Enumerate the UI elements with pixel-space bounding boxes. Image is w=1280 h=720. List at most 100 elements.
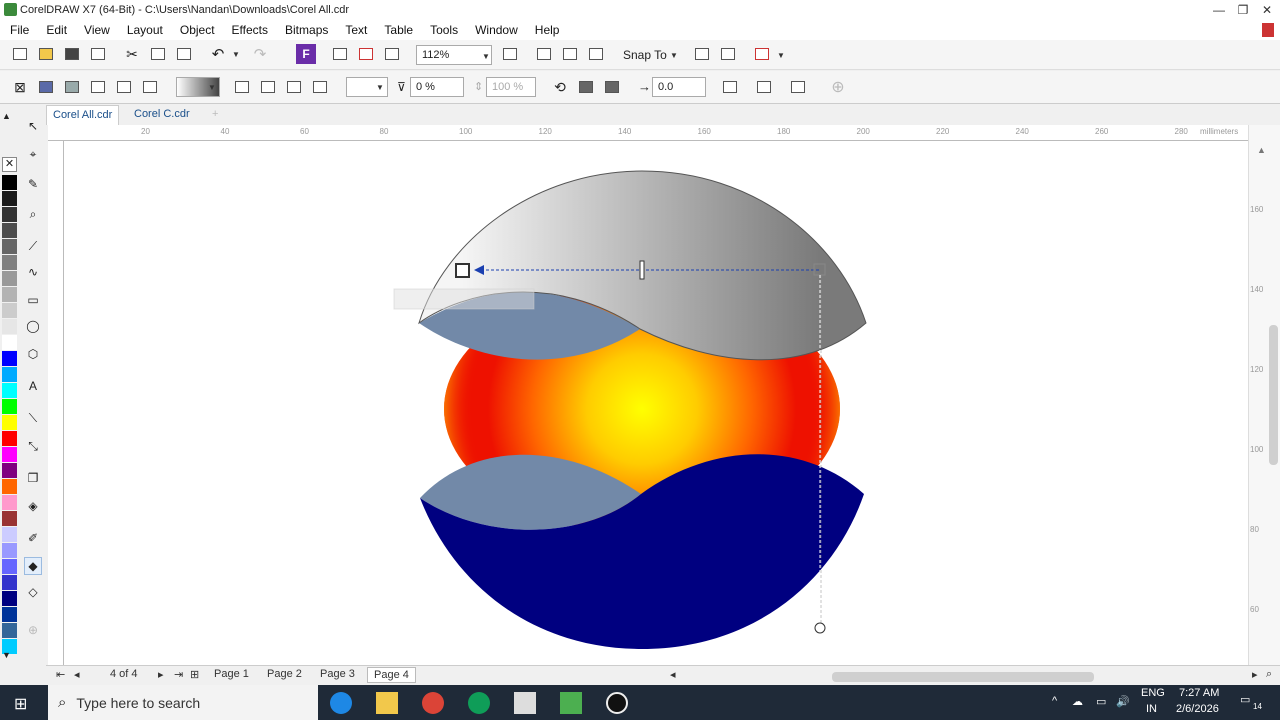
- save-icon[interactable]: [62, 44, 82, 64]
- rectangular-fountain-icon[interactable]: [310, 77, 330, 97]
- menu-object[interactable]: Object: [180, 23, 215, 37]
- menu-edit[interactable]: Edit: [46, 23, 67, 37]
- menu-effects[interactable]: Effects: [232, 23, 268, 37]
- open-icon[interactable]: [36, 44, 56, 64]
- color-swatch[interactable]: [2, 495, 17, 510]
- add-page-icon[interactable]: ⊞: [184, 667, 205, 682]
- no-transparency-icon[interactable]: ⊠: [10, 77, 30, 97]
- color-swatch[interactable]: [2, 415, 17, 430]
- palette-scroll-down-icon[interactable]: ▼: [2, 650, 11, 660]
- color-swatch[interactable]: [2, 255, 17, 270]
- clock-date[interactable]: 2/6/2026: [1176, 703, 1219, 715]
- color-swatch[interactable]: [2, 287, 17, 302]
- recorder-icon[interactable]: [606, 692, 628, 714]
- maximize-button[interactable]: ❐: [1230, 0, 1256, 20]
- page-tab-2[interactable]: Page 2: [261, 667, 308, 681]
- page-tab-3[interactable]: Page 3: [314, 667, 361, 681]
- linear-fountain-icon[interactable]: [232, 77, 252, 97]
- drop-shadow-icon[interactable]: ❐: [24, 469, 42, 487]
- page-tab-1[interactable]: Page 1: [208, 667, 255, 681]
- conical-fountain-icon[interactable]: [284, 77, 304, 97]
- color-swatch[interactable]: [2, 527, 17, 542]
- network-icon[interactable]: ☁: [1072, 695, 1083, 708]
- color-swatch[interactable]: [2, 207, 17, 222]
- no-color-swatch-icon[interactable]: ✕: [2, 157, 17, 172]
- parallel-dimension-icon[interactable]: ⟍: [24, 409, 42, 427]
- color-swatch[interactable]: [2, 607, 17, 622]
- close-button[interactable]: ✕: [1254, 0, 1280, 20]
- zoom-navigator-icon[interactable]: ⌕: [1260, 667, 1278, 682]
- snap-to-dropdown-icon[interactable]: ▼: [670, 51, 678, 60]
- print-merge-icon[interactable]: [382, 44, 402, 64]
- drawing-canvas[interactable]: [64, 141, 1248, 665]
- floating-node-toolbar[interactable]: [393, 288, 535, 310]
- menu-window[interactable]: Window: [475, 23, 518, 37]
- launch-icon[interactable]: [752, 44, 772, 64]
- wifi-icon[interactable]: ▭: [1096, 695, 1106, 708]
- show-grid-icon[interactable]: [560, 44, 580, 64]
- color-swatch[interactable]: [2, 447, 17, 462]
- horizontal-ruler[interactable]: 20 40 60 80 100 120 140 160 180 200 220 240 260 280 m…: [48, 125, 1248, 141]
- zoom-dropdown-icon[interactable]: ▼: [482, 52, 490, 61]
- clock-time[interactable]: 7:27 AM: [1179, 687, 1219, 699]
- color-swatch[interactable]: [2, 319, 17, 334]
- new-document-icon[interactable]: [10, 44, 30, 64]
- bitmap-pattern-icon[interactable]: [114, 77, 134, 97]
- show-hidden-icons-icon[interactable]: ^: [1052, 695, 1057, 707]
- vertical-ruler[interactable]: [48, 141, 64, 665]
- tab-corel-c[interactable]: Corel C.cdr: [128, 105, 196, 125]
- add-icon[interactable]: ⊕: [828, 77, 848, 97]
- print-icon[interactable]: [88, 44, 108, 64]
- menu-text[interactable]: Text: [345, 23, 367, 37]
- angle-field[interactable]: 0.0: [652, 77, 706, 97]
- connector-tool-icon[interactable]: ⤡: [24, 437, 42, 455]
- language-label[interactable]: ENG: [1141, 687, 1165, 699]
- menu-bitmaps[interactable]: Bitmaps: [285, 23, 328, 37]
- eyedropper-icon[interactable]: ✐: [24, 529, 42, 547]
- pick-tool-icon[interactable]: ↖: [24, 117, 42, 135]
- reverse-transparency-icon[interactable]: ⟲: [550, 77, 570, 97]
- color-swatch[interactable]: [2, 335, 17, 350]
- tab-corel-all[interactable]: Corel All.cdr: [46, 105, 120, 125]
- vector-pattern-icon[interactable]: [88, 77, 108, 97]
- zoom-level-select[interactable]: 112%: [416, 45, 492, 65]
- volume-icon[interactable]: 🔊: [1116, 695, 1130, 708]
- scroll-left-icon[interactable]: ◂: [664, 667, 682, 682]
- pc-icon[interactable]: [514, 692, 536, 714]
- color-swatch[interactable]: [2, 559, 17, 574]
- color-swatch[interactable]: [2, 383, 17, 398]
- new-tab-icon[interactable]: +: [206, 105, 224, 125]
- zoom-tool-icon[interactable]: ⌕: [24, 205, 42, 223]
- transparency-tool-icon[interactable]: ◈: [24, 497, 42, 515]
- color-swatch[interactable]: [2, 623, 17, 638]
- next-page-icon[interactable]: ▸: [152, 667, 170, 682]
- free-scale-icon[interactable]: [720, 77, 740, 97]
- rectangle-tool-icon[interactable]: ▭: [24, 291, 42, 309]
- help-icon[interactable]: [1262, 23, 1274, 37]
- vertical-scrollbar-thumb[interactable]: [1269, 325, 1278, 465]
- polygon-tool-icon[interactable]: ⬡: [24, 345, 42, 363]
- show-rulers-icon[interactable]: [534, 44, 554, 64]
- crop-tool-icon[interactable]: ✎: [24, 175, 42, 193]
- copy-transparency-icon[interactable]: [754, 77, 774, 97]
- export-icon[interactable]: [330, 44, 350, 64]
- import-icon[interactable]: F: [296, 44, 316, 64]
- undo-icon[interactable]: ↶: [208, 44, 228, 64]
- node-color-dropdown-icon[interactable]: ▼: [376, 83, 384, 92]
- edge-icon[interactable]: [330, 692, 352, 714]
- add-tool-icon[interactable]: ⊕: [24, 621, 42, 639]
- menu-layout[interactable]: Layout: [127, 23, 163, 37]
- color-swatch[interactable]: [2, 431, 17, 446]
- scale-handle[interactable]: [814, 622, 826, 634]
- color-swatch[interactable]: [2, 303, 17, 318]
- menu-table[interactable]: Table: [384, 23, 413, 37]
- cut-icon[interactable]: ✂: [122, 44, 142, 64]
- color-swatch[interactable]: [2, 351, 17, 366]
- copy-icon[interactable]: [148, 44, 168, 64]
- ellipse-tool-icon[interactable]: ◯: [24, 317, 42, 335]
- flip-horizontal-icon[interactable]: [576, 77, 596, 97]
- color-swatch[interactable]: [2, 399, 17, 414]
- two-color-pattern-icon[interactable]: [140, 77, 160, 97]
- align-icon[interactable]: [718, 44, 738, 64]
- color-swatch[interactable]: [2, 223, 17, 238]
